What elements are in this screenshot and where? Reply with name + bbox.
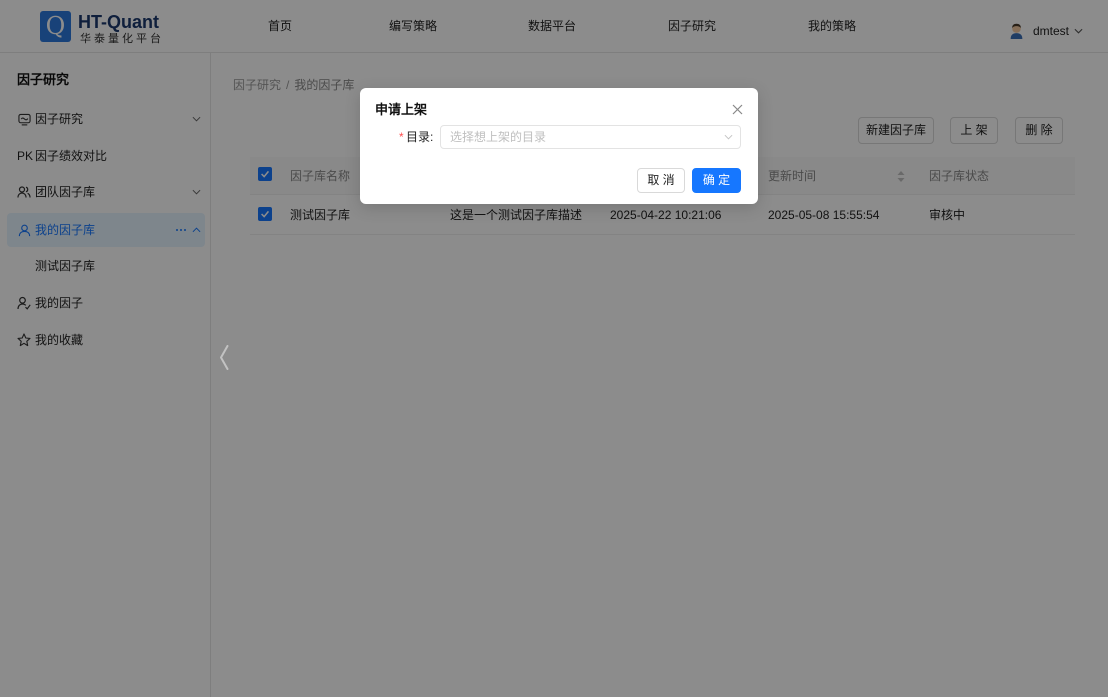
confirm-button[interactable]: 确 定 — [692, 168, 741, 193]
publish-modal: 申请上架 * 目录: 选择想上架的目录 取 消 确 定 — [360, 88, 758, 204]
catalog-field-label: 目录: — [406, 130, 434, 144]
close-icon[interactable] — [732, 104, 743, 115]
chevron-down-icon — [724, 134, 733, 140]
required-mark: * — [399, 130, 404, 144]
modal-title: 申请上架 — [375, 102, 428, 117]
chevron-left-icon[interactable] — [219, 345, 229, 370]
catalog-select[interactable]: 选择想上架的目录 — [440, 125, 741, 149]
catalog-select-placeholder: 选择想上架的目录 — [450, 130, 547, 144]
cancel-button[interactable]: 取 消 — [637, 168, 685, 193]
